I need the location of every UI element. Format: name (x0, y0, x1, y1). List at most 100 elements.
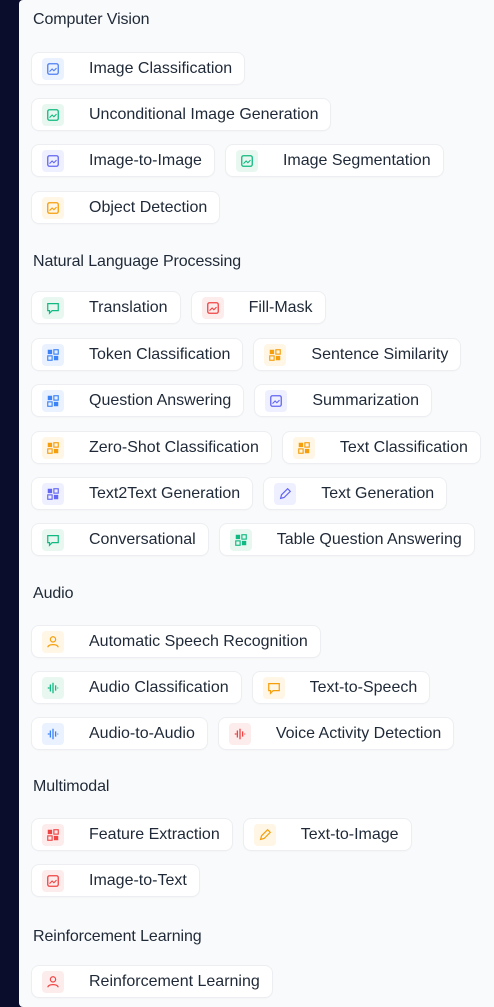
task-chip-reinforcement-learning[interactable]: Reinforcement Learning (31, 965, 273, 998)
task-chip-text-to-speech[interactable]: Text-to-Speech (251, 671, 431, 704)
task-chip-label: Conversational (89, 530, 196, 548)
task-row: Text2Text Generation Text Generation (31, 477, 448, 510)
task-chip-label: Audio-to-Audio (89, 724, 195, 742)
task-chip-label: Summarization (312, 391, 420, 409)
task-chip-zero-shot-classification[interactable]: Zero-Shot Classification (31, 431, 272, 464)
task-chip-object-detection[interactable]: Object Detection (31, 191, 221, 224)
section-title: Audio (33, 585, 74, 602)
task-chip-label: Object Detection (89, 198, 208, 216)
task-chip-label: Image-to-Image (89, 151, 202, 169)
text-to-image-icon (253, 823, 276, 846)
table-question-answering-icon (229, 528, 252, 551)
task-filter-panel: Computer Vision Image Classification Uncon… (19, 0, 494, 1007)
task-chip-label: Image-to-Text (89, 871, 187, 889)
task-chip-summarization[interactable]: Summarization (254, 384, 433, 417)
text-generation-icon (274, 482, 297, 505)
task-chip-label: Table Question Answering (276, 530, 462, 548)
task-row: Object Detection (31, 191, 221, 224)
task-chip-label: Text Generation (321, 484, 435, 502)
task-chip-voice-activity-detection[interactable]: Voice Activity Detection (217, 717, 455, 750)
task-row: Question Answering Summarization (31, 384, 433, 417)
image-to-text-icon (42, 869, 64, 892)
task-chip-table-question-answering[interactable]: Table Question Answering (218, 523, 475, 556)
task-row: Feature Extraction Text-to-Image (31, 818, 412, 851)
audio-classification-icon (42, 676, 64, 699)
task-chip-label: Text-to-Speech (309, 678, 418, 696)
image-classification-icon (42, 57, 64, 80)
task-chip-translation[interactable]: Translation (31, 291, 181, 324)
task-chip-label: Fill-Mask (248, 298, 313, 316)
task-row: Token Classification Sentence Similarity (31, 338, 462, 371)
task-chip-token-classification[interactable]: Token Classification (31, 338, 244, 371)
task-chip-label: Text-to-Image (300, 825, 399, 843)
task-chip-label: Feature Extraction (89, 825, 220, 843)
task-chip-label: Unconditional Image Generation (89, 105, 319, 123)
text-to-speech-icon (262, 676, 285, 699)
task-chip-label: Image Classification (89, 59, 233, 77)
task-chip-label: Audio Classification (89, 678, 229, 696)
task-chip-label: Image Segmentation (282, 151, 431, 169)
task-chip-label: Zero-Shot Classification (89, 438, 259, 456)
object-detection-icon (42, 196, 64, 219)
task-chip-audio-to-audio[interactable]: Audio-to-Audio (31, 717, 208, 750)
audio-to-audio-icon (42, 722, 64, 745)
task-chip-label: Reinforcement Learning (89, 972, 260, 990)
task-chip-label: Sentence Similarity (311, 345, 449, 363)
task-chip-label: Voice Activity Detection (275, 724, 442, 742)
task-chip-label: Text2Text Generation (89, 484, 241, 502)
task-chip-fill-mask[interactable]: Fill-Mask (190, 291, 326, 324)
task-chip-label: Translation (89, 298, 168, 316)
section-title: Reinforcement Learning (33, 928, 202, 945)
task-chip-image-generation[interactable]: Unconditional Image Generation (31, 98, 332, 131)
task-chip-conversational[interactable]: Conversational (31, 523, 209, 556)
text2text-generation-icon (42, 482, 64, 505)
question-answering-icon (42, 389, 64, 412)
task-chip-sentence-similarity[interactable]: Sentence Similarity (253, 338, 462, 371)
task-row: Image-to-Image Image Segmentation (31, 144, 444, 177)
task-chip-text-classification[interactable]: Text Classification (281, 431, 481, 464)
task-chip-text-generation[interactable]: Text Generation (263, 477, 448, 510)
zero-shot-classification-icon (42, 436, 64, 459)
task-chip-feature-extraction[interactable]: Feature Extraction (31, 818, 233, 851)
task-chip-question-answering[interactable]: Question Answering (31, 384, 245, 417)
task-chip-speech-recognition[interactable]: Automatic Speech Recognition (31, 625, 321, 658)
task-chip-text-to-image[interactable]: Text-to-Image (242, 818, 412, 851)
section-title: Multimodal (33, 778, 110, 795)
token-classification-icon (42, 343, 64, 366)
task-row: Audio-to-Audio Voice Activity Detection (31, 717, 455, 750)
task-chip-label: Automatic Speech Recognition (89, 632, 308, 650)
task-chip-label: Text Classification (339, 438, 468, 456)
reinforcement-learning-icon (42, 970, 64, 993)
sentence-similarity-icon (264, 343, 287, 366)
task-chip-image-segmentation[interactable]: Image Segmentation (224, 144, 444, 177)
text-classification-icon (292, 436, 315, 459)
task-row: Image Classification (31, 52, 246, 85)
task-chip-label: Token Classification (89, 345, 231, 363)
task-chip-image-to-text[interactable]: Image-to-Text (31, 864, 200, 897)
voice-activity-detection-icon (228, 722, 251, 745)
task-row: Reinforcement Learning (31, 965, 273, 998)
speech-recognition-icon (42, 630, 64, 653)
task-row: Audio Classification Text-to-Speech (31, 671, 431, 704)
translation-icon (42, 296, 64, 319)
section-title: Natural Language Processing (33, 253, 242, 270)
task-row: Translation Fill-Mask (31, 291, 326, 324)
task-chip-image-classification[interactable]: Image Classification (31, 52, 246, 85)
feature-extraction-icon (42, 823, 64, 846)
task-row: Unconditional Image Generation (31, 98, 332, 131)
fill-mask-icon (201, 296, 224, 319)
task-row: Conversational Table Question Answering (31, 523, 475, 556)
task-row: Automatic Speech Recognition (31, 625, 321, 658)
task-chip-label: Question Answering (89, 391, 232, 409)
image-to-image-icon (42, 149, 64, 172)
task-chip-audio-classification[interactable]: Audio Classification (31, 671, 242, 704)
task-chip-text2text-generation[interactable]: Text2Text Generation (31, 477, 254, 510)
conversational-icon (42, 528, 64, 551)
task-row: Image-to-Text (31, 864, 200, 897)
summarization-icon (265, 389, 288, 412)
image-generation-icon (42, 103, 64, 126)
task-chip-image-to-image[interactable]: Image-to-Image (31, 144, 215, 177)
task-row: Zero-Shot Classification Text Classificat… (31, 431, 481, 464)
image-segmentation-icon (235, 149, 258, 172)
section-title: Computer Vision (33, 11, 150, 28)
